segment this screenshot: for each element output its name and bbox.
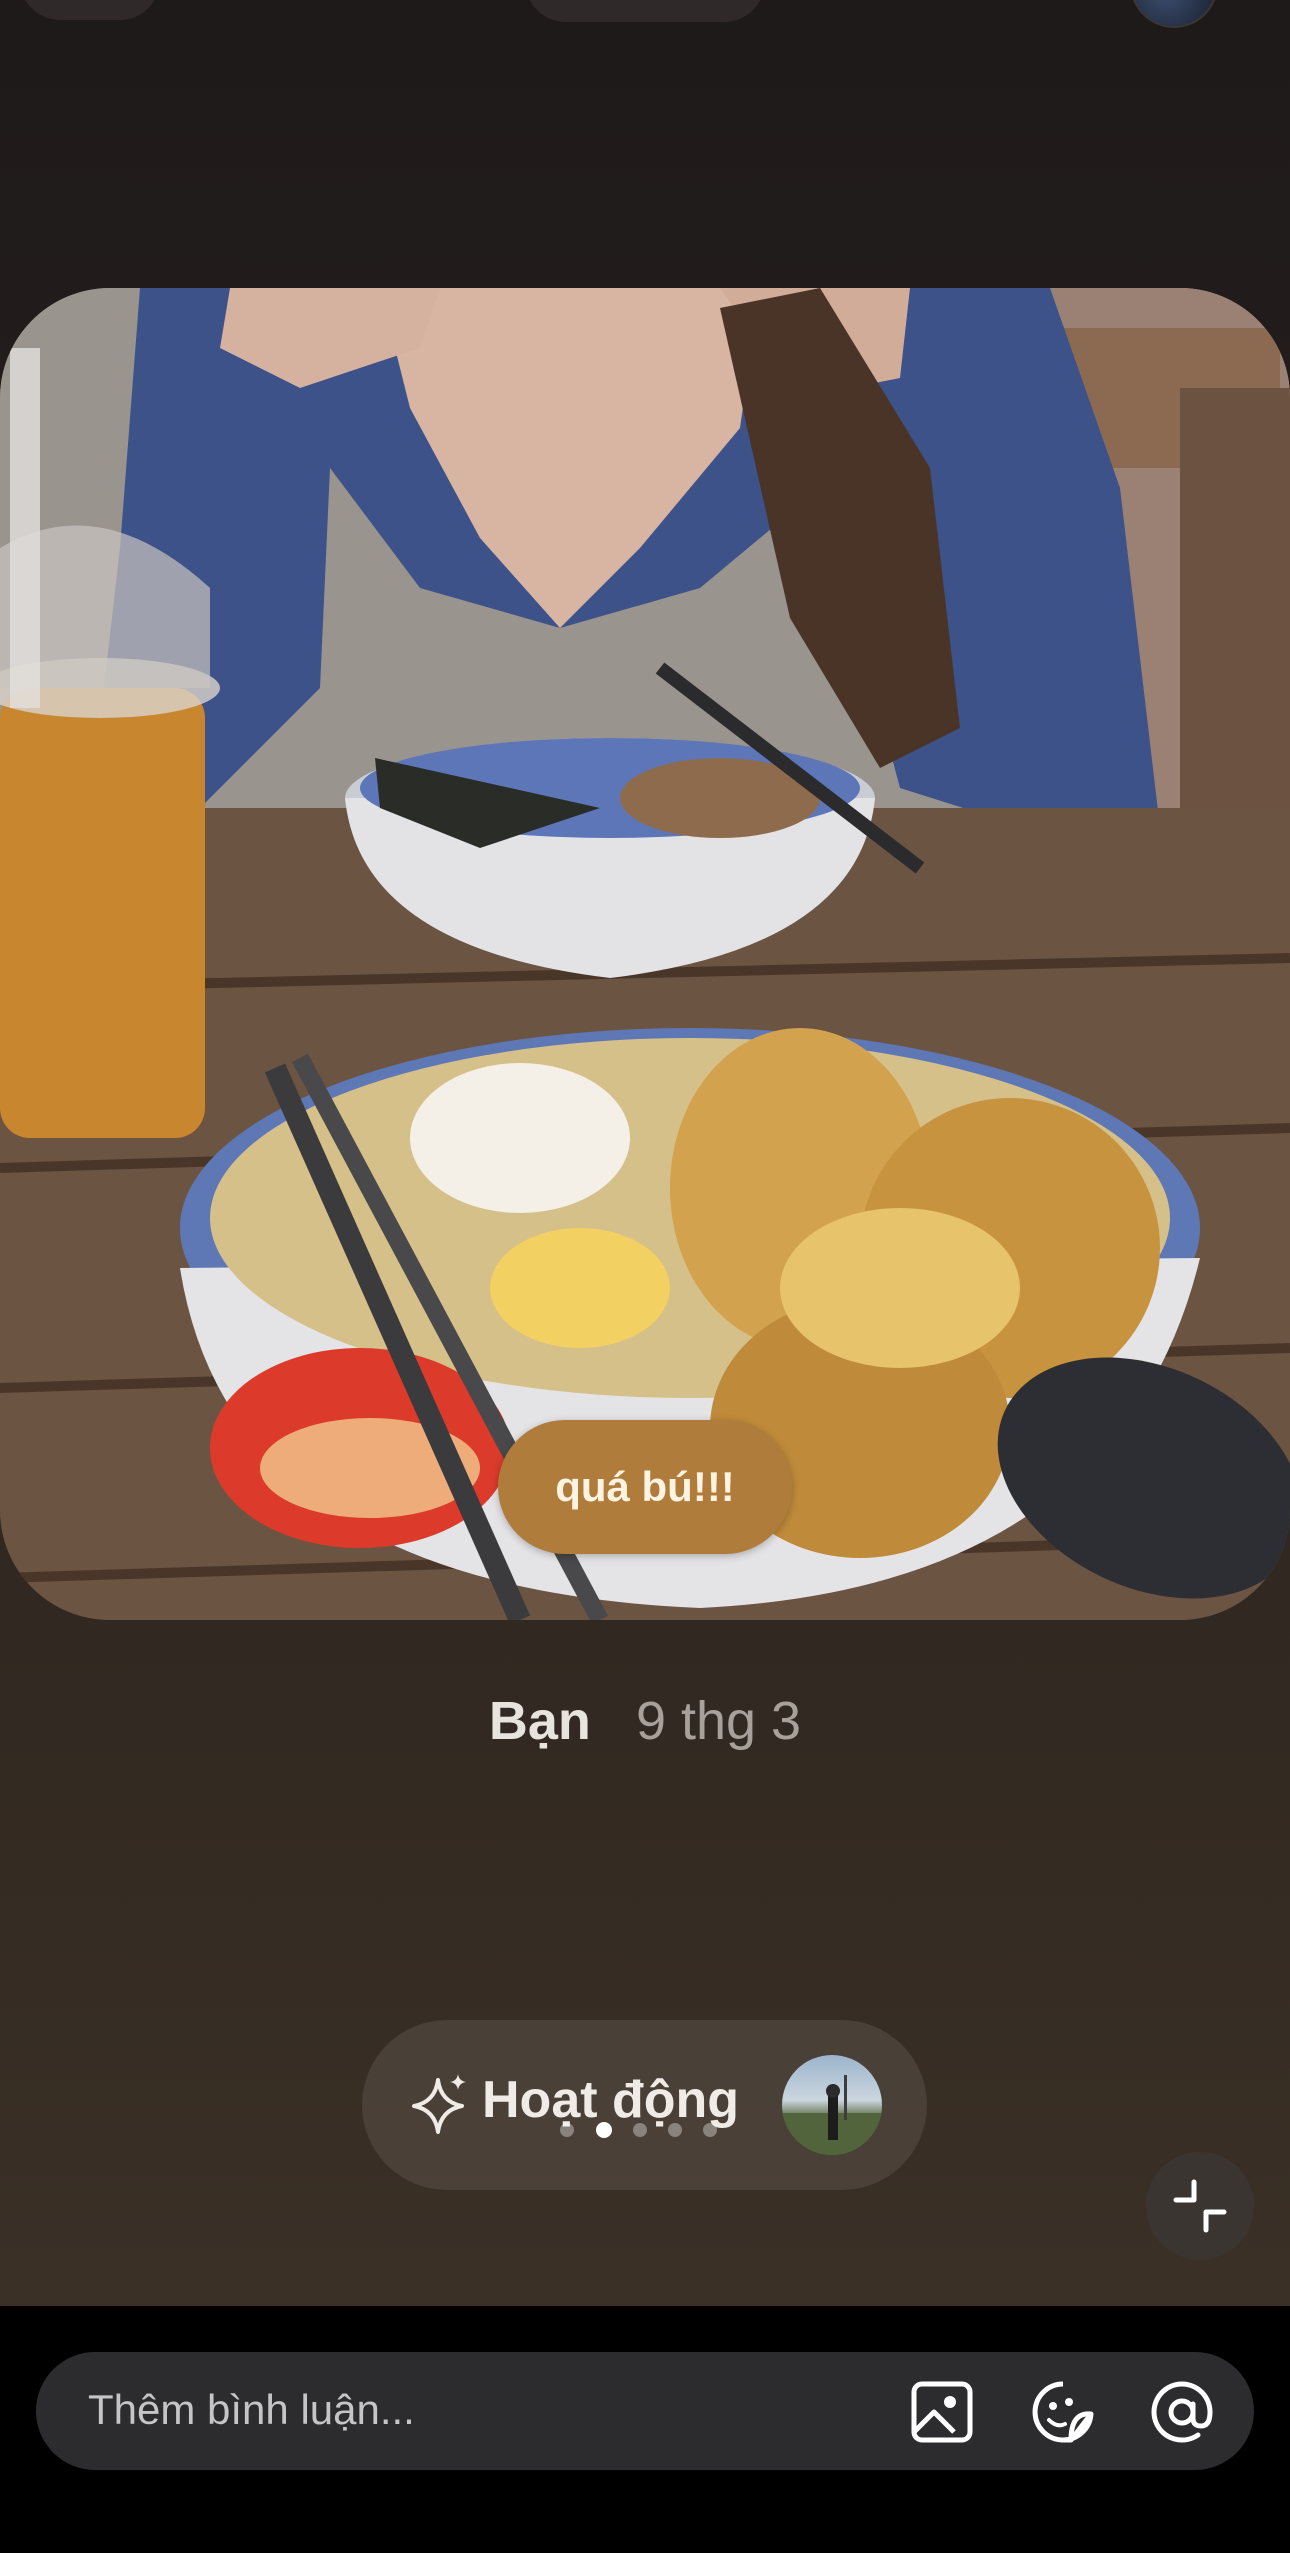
comment-bar: Thêm bình luận... (0, 2306, 1290, 2553)
back-button[interactable] (20, 0, 160, 20)
sparkle-icon (412, 2074, 466, 2134)
sticker-icon[interactable] (1031, 2380, 1095, 2444)
story-author[interactable]: Bạn (489, 1691, 591, 1751)
page-dot (560, 2123, 574, 2137)
activity-button[interactable]: Hoạt động (362, 2020, 927, 2190)
profile-avatar[interactable] (1130, 0, 1218, 28)
at-sign-icon[interactable] (1150, 2380, 1214, 2444)
page-dot (668, 2123, 682, 2137)
top-bar (0, 0, 1290, 40)
viewer-avatar (782, 2055, 882, 2155)
top-center-control[interactable] (525, 0, 765, 22)
collapse-button[interactable] (1146, 2152, 1254, 2260)
page-dot (703, 2123, 717, 2137)
story-meta: Bạn 9 thg 3 (0, 1690, 1290, 1752)
page-dot (633, 2123, 647, 2137)
image-icon[interactable] (910, 2380, 974, 2444)
page-dot-active (596, 2122, 612, 2138)
comment-placeholder: Thêm bình luận... (88, 2386, 415, 2433)
story-caption: quá bú!!! (498, 1420, 792, 1554)
comment-input[interactable]: Thêm bình luận... (36, 2352, 1254, 2470)
story-date: 9 thg 3 (635, 1691, 802, 1751)
page-indicator (560, 2120, 730, 2142)
collapse-arrows-icon (1173, 2179, 1227, 2233)
